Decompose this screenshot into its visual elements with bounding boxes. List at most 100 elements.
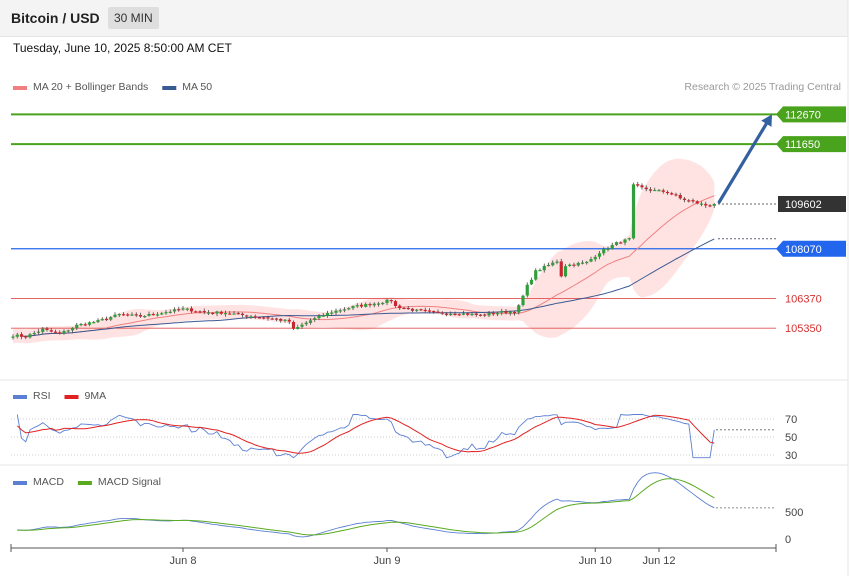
- candle-body: [687, 200, 691, 202]
- candle-body: [627, 238, 631, 240]
- candle-body: [665, 191, 670, 194]
- x-tick-label-1: Jun 9: [374, 555, 401, 567]
- candle-body: [325, 313, 330, 316]
- candle-body: [215, 311, 219, 314]
- candle-body: [555, 261, 559, 263]
- candle-body: [415, 309, 419, 311]
- candle-body: [147, 313, 151, 316]
- support-label-5: 105350: [785, 323, 822, 335]
- rsi-line: [16, 414, 715, 459]
- candle-body: [461, 313, 466, 315]
- candle-body: [143, 315, 147, 318]
- candle-body: [228, 313, 232, 315]
- candle-body: [202, 311, 206, 313]
- candle-body: [164, 312, 168, 314]
- candle-body: [606, 248, 610, 250]
- candle-body: [266, 317, 270, 319]
- candle-body: [185, 308, 189, 310]
- legend-label-0: RSI: [33, 390, 51, 402]
- candle-body: [321, 315, 325, 317]
- candle-body: [500, 311, 504, 313]
- candle-body: [572, 264, 576, 266]
- candle-body: [28, 334, 32, 338]
- candle-body: [24, 336, 28, 338]
- rsi-tick-1: 50: [785, 432, 797, 444]
- candle-body: [117, 314, 121, 316]
- candle-body: [466, 313, 470, 315]
- candle-body: [279, 318, 283, 321]
- candle-body: [338, 310, 342, 312]
- candle-body: [240, 313, 245, 316]
- candle-body: [308, 320, 313, 323]
- candle-body: [389, 300, 393, 302]
- candle-body: [449, 313, 453, 316]
- candle-body: [538, 270, 542, 272]
- forecast-arrow: [717, 114, 772, 204]
- candle-body: [313, 318, 317, 320]
- rsi-tick-2: 30: [785, 450, 797, 462]
- candle-body: [75, 324, 79, 329]
- candle-body: [682, 198, 687, 201]
- candle-body: [483, 314, 487, 316]
- candle-body: [708, 205, 712, 207]
- candle-body: [661, 190, 665, 192]
- candle-body: [376, 303, 381, 305]
- candle-body: [436, 311, 440, 313]
- legend-swatch-0: [13, 395, 27, 399]
- candle-body: [457, 314, 461, 316]
- candle-body: [36, 331, 41, 333]
- candle-body: [194, 311, 198, 313]
- resistance-label-1: 111650: [785, 139, 820, 151]
- candle-body: [623, 239, 627, 243]
- candle-body: [181, 308, 185, 310]
- candle-body: [440, 312, 444, 314]
- candle-body: [155, 314, 160, 316]
- candle-body: [610, 244, 614, 249]
- candle-body: [695, 201, 699, 204]
- macd-panel: MACD MACD Signal 500 0: [13, 472, 803, 546]
- candle-body: [291, 322, 296, 329]
- candle-body: [521, 295, 525, 306]
- candle-body: [406, 307, 410, 310]
- legend-swatch-1: [162, 86, 177, 90]
- macd-tick-1: 0: [785, 534, 791, 546]
- candle-body: [534, 270, 538, 280]
- legend-label-0: MA 20 + Bollinger Bands: [33, 81, 148, 93]
- candle-body: [58, 332, 62, 334]
- candle-body: [355, 305, 359, 307]
- candle-body: [342, 309, 347, 311]
- legend-swatch-1: [77, 481, 92, 485]
- candle-body: [393, 301, 398, 306]
- candle-body: [385, 299, 389, 303]
- candle-body: [517, 305, 521, 313]
- candle-body: [427, 310, 432, 312]
- legend-label-1: 9MA: [85, 390, 107, 402]
- macd-tick-0: 500: [785, 507, 803, 519]
- candle-body: [453, 313, 457, 316]
- candle-body: [151, 314, 155, 316]
- candle-body: [236, 313, 240, 315]
- price-legend: MA 20 + Bollinger Bands MA 50: [13, 81, 212, 93]
- candle-body: [525, 284, 529, 296]
- candle-body: [53, 331, 58, 333]
- legend-swatch-0: [13, 86, 27, 90]
- candle-body: [45, 328, 49, 330]
- candle-body: [96, 320, 100, 323]
- candle-body: [508, 311, 512, 314]
- level-labels: 112670 111650 109602 108070 106370 105350: [776, 106, 846, 335]
- x-tick-label-3: Jun 12: [642, 555, 675, 567]
- candle-body: [614, 242, 619, 245]
- candle-body: [270, 318, 274, 320]
- candle-body: [398, 305, 402, 309]
- legend-swatch-1: [64, 395, 79, 399]
- candle-body: [712, 204, 716, 206]
- candle-body: [364, 303, 368, 307]
- chart-svg: MA 20 + Bollinger Bands MA 50 Research © …: [0, 0, 849, 576]
- candle-body: [219, 311, 223, 314]
- candle-body: [92, 322, 96, 324]
- price-panel: MA 20 + Bollinger Bands MA 50 Research © …: [11, 81, 846, 344]
- resistance-label-0: 112670: [785, 109, 821, 121]
- candle-body: [559, 261, 563, 277]
- legend-swatch-0: [13, 481, 27, 485]
- forecast-arrow-shaft: [717, 122, 768, 204]
